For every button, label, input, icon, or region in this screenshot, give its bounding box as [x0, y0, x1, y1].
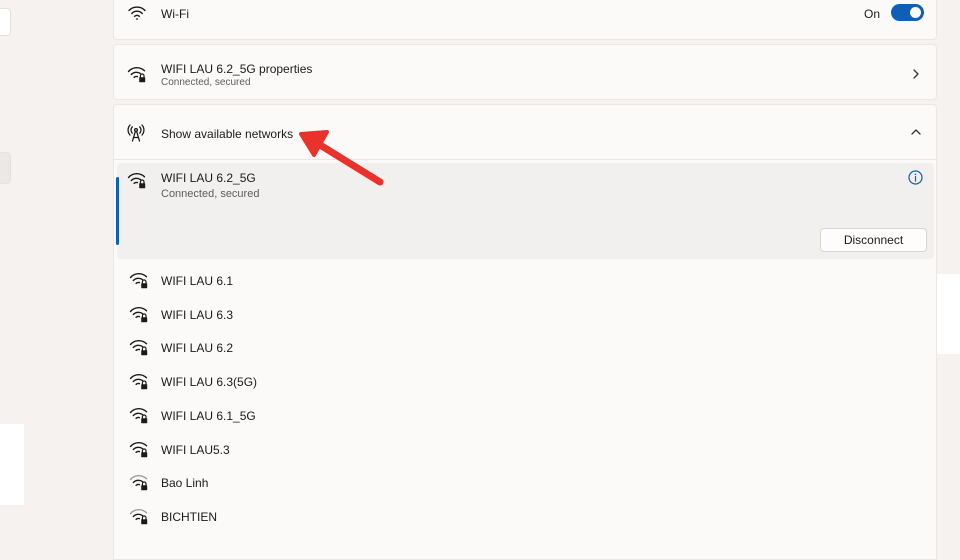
wifi-lock-icon	[129, 472, 149, 492]
wifi-icon	[127, 3, 147, 23]
wifi-lock-icon	[127, 170, 147, 190]
wifi-lock-icon	[129, 506, 149, 526]
connected-network-status: Connected, secured	[161, 188, 260, 200]
properties-status: Connected, secured	[161, 77, 251, 88]
wifi-lock-icon	[129, 371, 149, 391]
toggle-knob	[910, 7, 921, 18]
network-list-item[interactable]: WIFI LAU 6.3(5G)	[113, 364, 937, 398]
network-name: WIFI LAU 6.1	[161, 274, 234, 288]
wifi-lock-icon	[129, 405, 149, 425]
network-list-item[interactable]: WIFI LAU5.3	[113, 432, 937, 466]
selection-indicator	[116, 177, 119, 245]
left-panel-block	[0, 424, 24, 505]
sidebar-selected-item[interactable]	[0, 152, 11, 184]
annotation-arrow	[299, 130, 384, 186]
network-list-item[interactable]: BICHTIEN	[113, 499, 937, 533]
network-list-item[interactable]: WIFI LAU 6.1	[113, 263, 937, 297]
properties-title: WIFI LAU 6.2_5G properties	[161, 62, 313, 76]
antenna-icon	[126, 123, 146, 143]
network-list-item[interactable]: Bao Linh	[113, 465, 937, 499]
network-name: WIFI LAU5.3	[161, 442, 230, 457]
wifi-toggle-state: On	[864, 7, 881, 21]
network-name: WIFI LAU 6.3(5G)	[161, 375, 258, 390]
wifi-lock-icon	[129, 304, 149, 324]
sidebar-search-box[interactable]	[0, 8, 11, 36]
wifi-lock-icon	[129, 439, 149, 459]
connected-network-name: WIFI LAU 6.2_5G	[161, 171, 256, 185]
wifi-toggle-card	[113, 0, 937, 40]
disconnect-button[interactable]: Disconnect	[820, 228, 927, 252]
wifi-lock-icon	[127, 64, 147, 84]
chevron-right-icon	[909, 64, 923, 84]
network-name: WIFI LAU 6.2	[161, 341, 234, 356]
network-list-item[interactable]: WIFI LAU 6.2	[113, 330, 937, 364]
info-icon[interactable]	[908, 170, 923, 185]
network-name: WIFI LAU 6.3	[161, 307, 234, 322]
network-name: Bao Linh	[161, 476, 209, 491]
show-available-networks-label: Show available networks	[161, 127, 294, 141]
wifi-toggle-switch[interactable]	[891, 4, 924, 21]
chevron-up-icon[interactable]	[909, 122, 923, 142]
wifi-lock-icon	[129, 337, 149, 357]
network-name: WIFI LAU 6.1_5G	[161, 408, 256, 423]
network-name: BICHTIEN	[161, 509, 218, 524]
wifi-lock-icon	[129, 270, 149, 290]
wifi-label: Wi-Fi	[161, 7, 189, 21]
network-list-item[interactable]: WIFI LAU 6.3	[113, 297, 937, 331]
network-list-item[interactable]: WIFI LAU 6.1_5G	[113, 398, 937, 432]
